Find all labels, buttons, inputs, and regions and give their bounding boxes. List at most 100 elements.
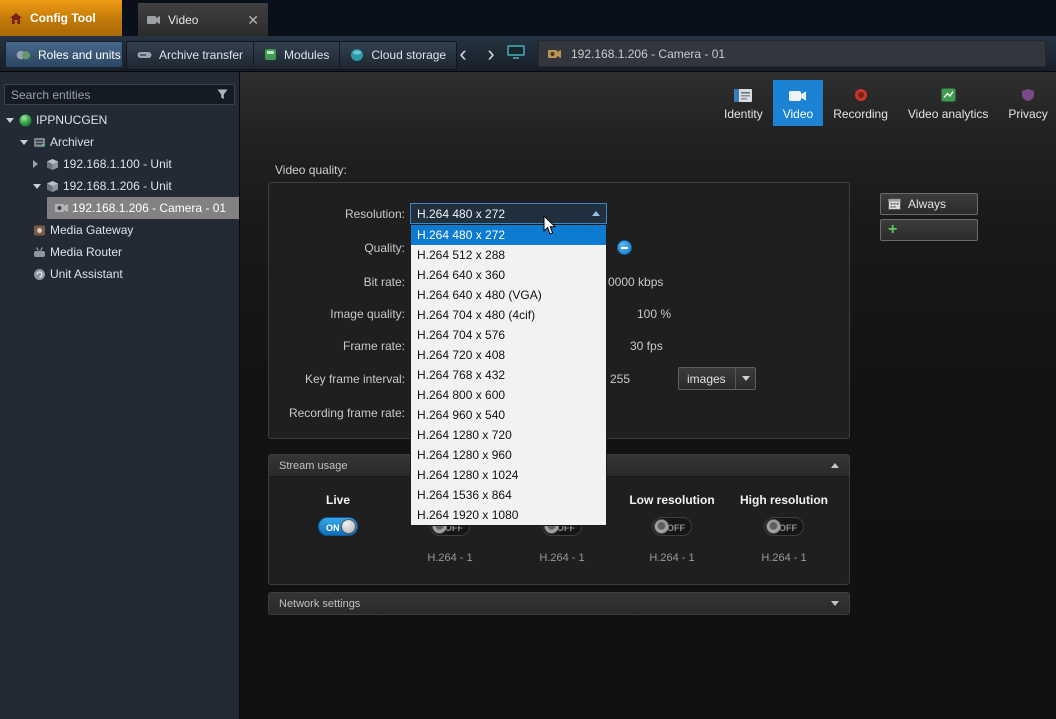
add-schedule-button[interactable]: + (880, 219, 978, 241)
resolution-option[interactable]: H.264 480 x 272 (411, 225, 606, 245)
mouse-cursor (543, 215, 557, 236)
stream-name: H.264 - 1 (649, 552, 694, 564)
live-column-header: Live (326, 493, 350, 507)
network-settings-header[interactable]: Network settings (269, 593, 849, 614)
tab-label: Recording (833, 107, 888, 121)
tab-label: Identity (724, 107, 763, 121)
high-resolution-column-header: High resolution (740, 493, 828, 507)
tree-item-system[interactable]: IPPNUCGEN (0, 109, 239, 131)
entity-view-icon[interactable] (506, 44, 526, 66)
tab-identity[interactable]: Identity (714, 80, 773, 126)
recording-icon (854, 87, 868, 102)
video-task-tab[interactable]: Video ✕ (138, 3, 268, 36)
video-quality-section-label: Video quality: (275, 163, 347, 177)
key-frame-interval-value: 255 (610, 372, 630, 386)
stream-usage-title: Stream usage (279, 460, 347, 472)
privacy-icon (1021, 87, 1035, 102)
resolution-option[interactable]: H.264 512 x 288 (411, 245, 606, 265)
key-frame-interval-label: Key frame interval: (240, 372, 405, 386)
bit-rate-value: 0000 kbps (608, 275, 663, 289)
resolution-option[interactable]: H.264 1920 x 1080 (411, 505, 606, 525)
toolbar-roles-and-units[interactable]: Roles and units (5, 41, 123, 68)
resolution-option[interactable]: H.264 704 x 480 (4cif) (411, 305, 606, 325)
archiver-icon (33, 136, 50, 149)
low-resolution-column-header: Low resolution (629, 493, 714, 507)
filter-icon[interactable] (217, 89, 228, 100)
low-resolution-toggle[interactable]: OFF (652, 517, 692, 536)
config-tool-tab[interactable]: Config Tool (0, 0, 122, 36)
cloud-storage-icon (350, 48, 364, 62)
chevron-collapsed-icon[interactable] (33, 160, 46, 168)
frame-rate-label: Frame rate: (240, 339, 405, 353)
chevron-expanded-icon[interactable] (33, 184, 46, 189)
image-quality-value: 100 % (637, 307, 671, 321)
breadcrumb-label: 192.168.1.206 - Camera - 01 (571, 47, 725, 61)
collapse-icon (831, 463, 839, 468)
stream-name: H.264 - 1 (539, 552, 584, 564)
camera-config-panel: Identity Video Recording Video analytics (240, 72, 1056, 719)
toolbar-button-group: Archive transfer Modules Cloud storage (126, 41, 457, 70)
plus-icon: + (888, 222, 897, 238)
unit-icon (46, 180, 63, 193)
tree-item-media-gateway[interactable]: Media Gateway (0, 219, 239, 241)
resolution-option[interactable]: H.264 1280 x 720 (411, 425, 606, 445)
chevron-expanded-icon[interactable] (6, 118, 19, 123)
entity-tree: IPPNUCGEN Archiver 192.168.1.100 - Unit (0, 109, 239, 285)
entity-sidebar: IPPNUCGEN Archiver 192.168.1.100 - Unit (0, 72, 240, 719)
chevron-down-icon (735, 368, 755, 389)
tree-item-unit-assistant[interactable]: Unit Assistant (0, 263, 239, 285)
close-icon[interactable]: ✕ (247, 13, 259, 27)
high-resolution-toggle[interactable]: OFF (764, 517, 804, 536)
tab-video[interactable]: Video (773, 80, 823, 126)
network-settings-title: Network settings (279, 598, 360, 610)
live-toggle[interactable]: ON (318, 517, 358, 536)
resolution-option[interactable]: H.264 800 x 600 (411, 385, 606, 405)
resolution-option[interactable]: H.264 768 x 432 (411, 365, 606, 385)
resolution-option[interactable]: H.264 1536 x 864 (411, 485, 606, 505)
tree-item-label: IPPNUCGEN (36, 113, 107, 127)
doc-tab-label: Video (168, 13, 198, 27)
resolution-option[interactable]: H.264 704 x 576 (411, 325, 606, 345)
back-arrow[interactable]: ‹ (450, 38, 476, 70)
camera-tab-bar: Identity Video Recording Video analytics (714, 80, 1056, 126)
tree-item-media-router[interactable]: Media Router (0, 241, 239, 263)
camera-icon (55, 203, 72, 213)
resolution-option[interactable]: H.264 1280 x 960 (411, 445, 606, 465)
camera-icon (147, 15, 161, 25)
resolution-option[interactable]: H.264 640 x 480 (VGA) (411, 285, 606, 305)
toolbar-button-label: Cloud storage (371, 48, 446, 62)
chevron-expanded-icon[interactable] (20, 140, 33, 145)
archive-transfer-icon (137, 50, 152, 60)
tree-item-camera-01[interactable]: 192.168.1.206 - Camera - 01 (0, 197, 239, 219)
tree-item-unit-206[interactable]: 192.168.1.206 - Unit (0, 175, 239, 197)
tab-recording[interactable]: Recording (823, 80, 898, 126)
media-router-icon (33, 246, 50, 259)
toolbar-cloud-storage[interactable]: Cloud storage (340, 42, 456, 67)
tab-privacy[interactable]: Privacy (998, 80, 1056, 126)
tree-item-archiver[interactable]: Archiver (0, 131, 239, 153)
video-icon (789, 87, 807, 102)
toolbar-button-label: Roles and units (38, 48, 121, 62)
resolution-option[interactable]: H.264 960 x 540 (411, 405, 606, 425)
schedule-always-button[interactable]: Always (880, 193, 978, 215)
resolution-option[interactable]: H.264 720 x 408 (411, 345, 606, 365)
forward-arrow[interactable]: › (478, 38, 504, 70)
resolution-dropdown[interactable]: H.264 480 x 272 (410, 203, 607, 224)
tree-item-unit-100[interactable]: 192.168.1.100 - Unit (0, 153, 239, 175)
search-input[interactable] (5, 88, 217, 102)
resolution-label: Resolution: (240, 207, 405, 221)
tab-video-analytics[interactable]: Video analytics (898, 80, 999, 126)
search-box (4, 84, 235, 105)
breadcrumb[interactable]: 192.168.1.206 - Camera - 01 (538, 40, 1046, 67)
tab-label: Privacy (1008, 107, 1047, 121)
key-frame-unit-dropdown[interactable]: images (678, 367, 756, 390)
toolbar-archive-transfer[interactable]: Archive transfer (127, 42, 254, 67)
network-settings-panel: Network settings (268, 592, 850, 615)
toolbar-modules[interactable]: Modules (254, 42, 340, 67)
remove-quality-button[interactable] (617, 240, 632, 255)
resolution-option[interactable]: H.264 640 x 360 (411, 265, 606, 285)
resolution-option[interactable]: H.264 1280 x 1024 (411, 465, 606, 485)
system-sphere-icon (19, 114, 36, 127)
frame-rate-value: 30 fps (630, 339, 663, 353)
quality-label: Quality: (240, 241, 405, 255)
